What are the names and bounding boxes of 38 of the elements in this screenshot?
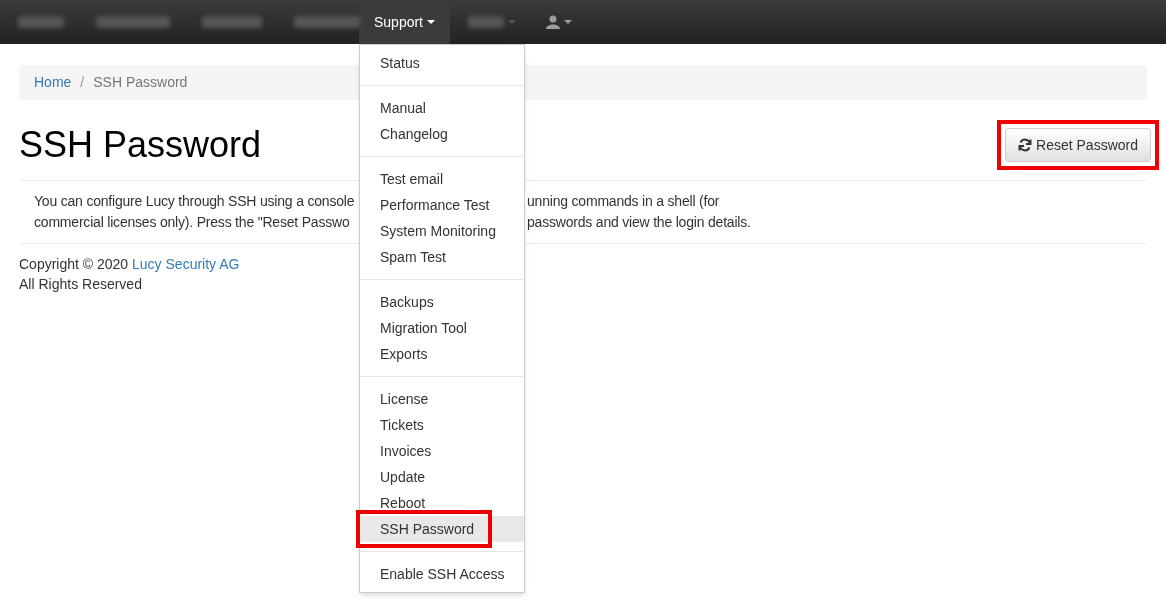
dropdown-item[interactable]: Spam Test: [360, 244, 524, 270]
dropdown-item[interactable]: Reboot: [360, 490, 524, 516]
dropdown-item[interactable]: Test email: [360, 166, 524, 192]
description-text: commercial licenses only). Press the "Reset Passwo: [34, 213, 350, 232]
blurred-label: [18, 16, 64, 28]
blurred-label: [468, 16, 504, 28]
page-title: SSH Password: [19, 125, 262, 165]
refresh-icon: [1018, 138, 1033, 152]
company-link[interactable]: Lucy Security AG: [132, 256, 240, 272]
dropdown-item[interactable]: Performance Test: [360, 192, 524, 218]
dropdown-item[interactable]: License: [360, 386, 524, 412]
dropdown-item[interactable]: Invoices: [360, 438, 524, 464]
home-link[interactable]: Home: [34, 72, 72, 93]
caret-icon: [564, 20, 572, 24]
dropdown-item[interactable]: Manual: [360, 95, 524, 121]
breadcrumb-current: SSH Password: [93, 73, 188, 92]
reset-password-button[interactable]: Reset Password: [1005, 128, 1151, 162]
blurred-label: [294, 16, 360, 28]
dropdown-item[interactable]: Tickets: [360, 412, 524, 438]
breadcrumb-separator: /: [80, 73, 85, 92]
dropdown-item[interactable]: Update: [360, 464, 524, 490]
dropdown-item[interactable]: Status: [360, 50, 524, 76]
caret-icon: [427, 20, 435, 24]
description-text: You can configure Lucy through SSH using a console: [34, 192, 355, 211]
description-text: unning commands in a shell (for: [527, 192, 720, 211]
blurred-label: [202, 16, 262, 28]
dropdown-item[interactable]: Exports: [360, 341, 524, 367]
dropdown-item[interactable]: System Monitoring: [360, 218, 524, 244]
caret-icon: [508, 20, 516, 24]
description-text: passwords and view the login details.: [527, 213, 751, 232]
user-icon[interactable]: [546, 15, 560, 29]
dropdown-item[interactable]: Backups: [360, 289, 524, 315]
rights-text: All Rights Reserved: [19, 275, 143, 294]
dropdown-item[interactable]: Migration Tool: [360, 315, 524, 341]
dropdown-item[interactable]: SSH Password: [360, 516, 524, 542]
dropdown-item[interactable]: Changelog: [360, 121, 524, 147]
dropdown-item[interactable]: Enable SSH Access: [360, 561, 524, 587]
copyright-text: Copyright © 2020: [19, 256, 129, 272]
